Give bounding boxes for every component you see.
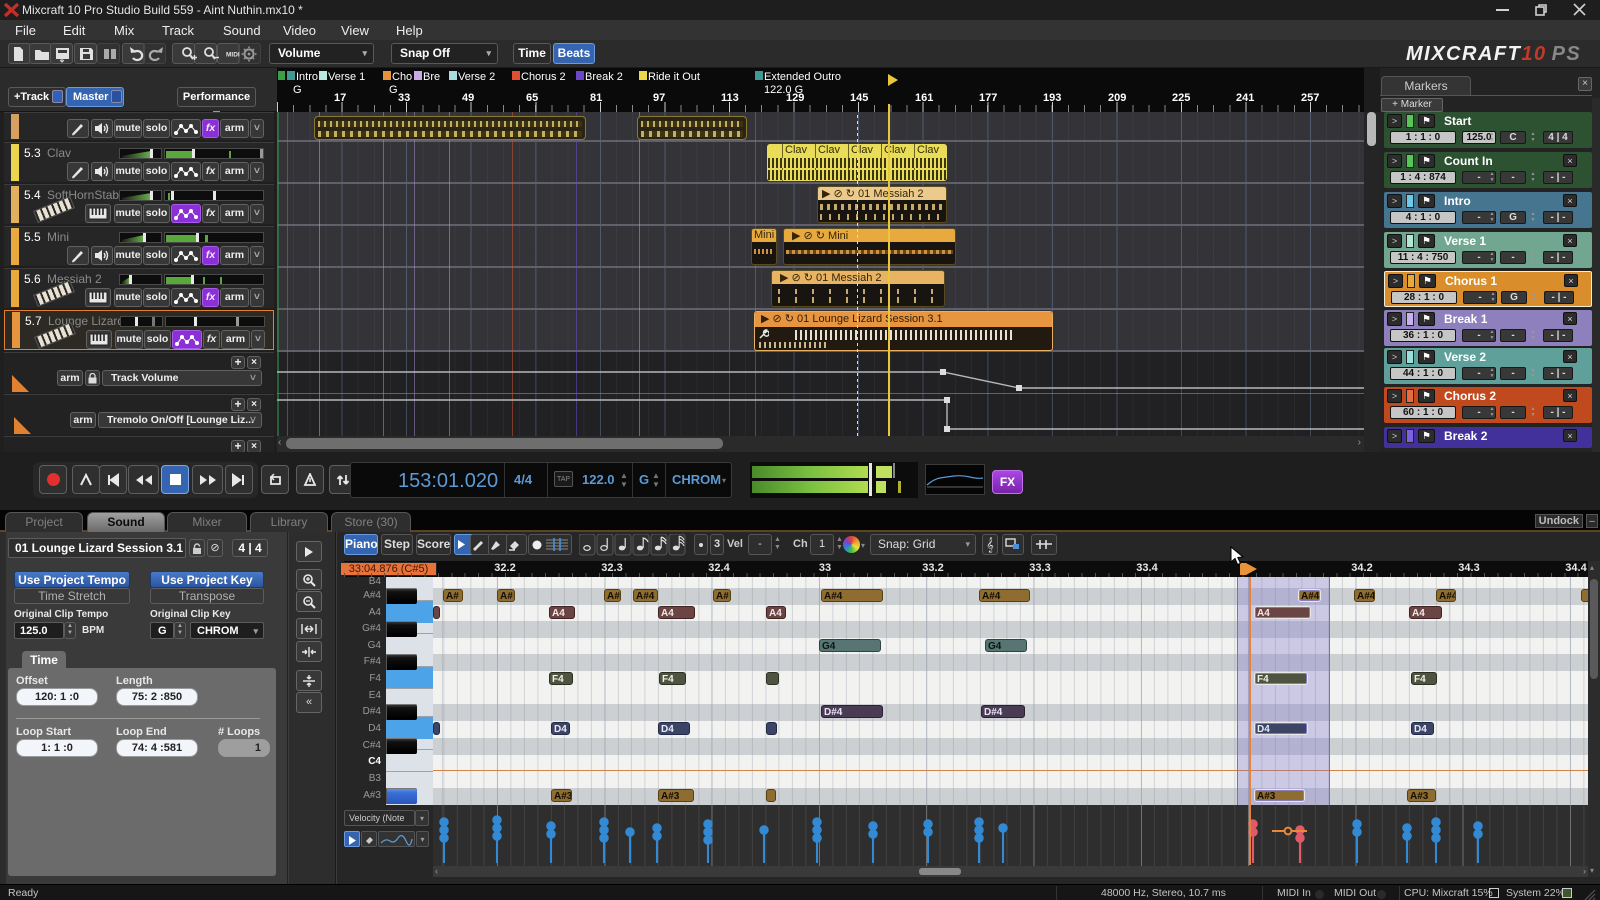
svg-text:MIDI: MIDI (226, 52, 240, 59)
